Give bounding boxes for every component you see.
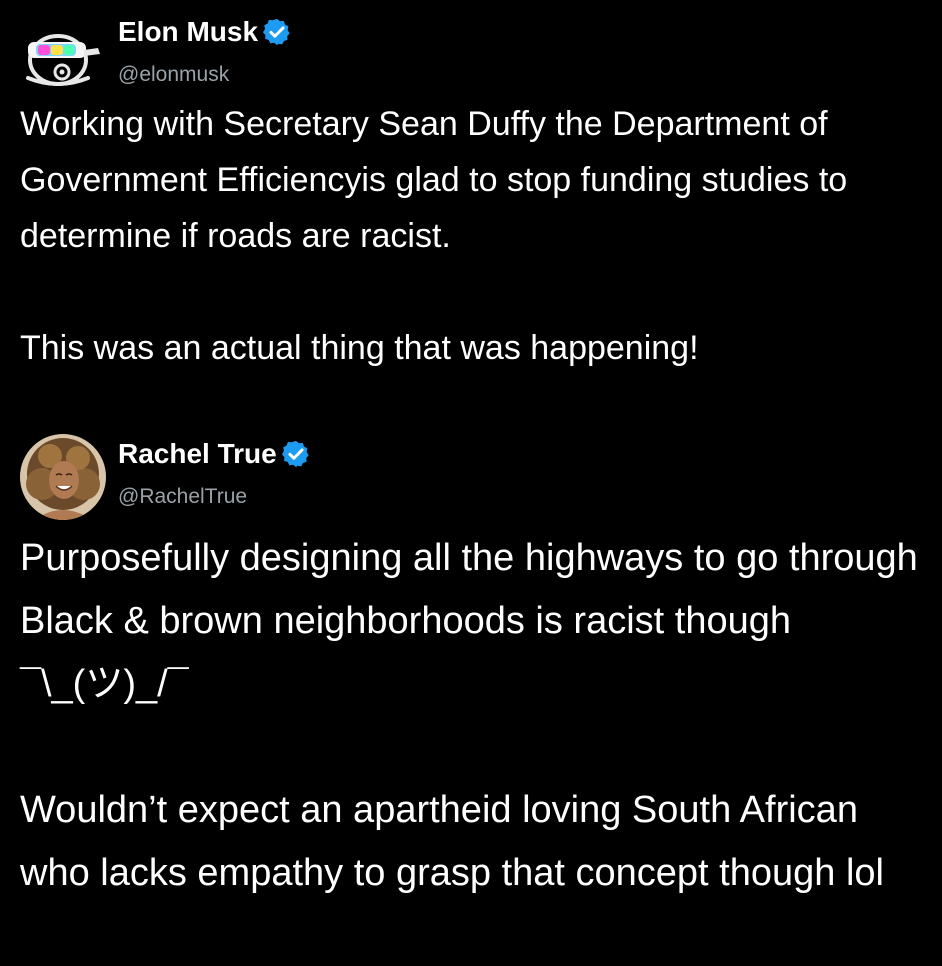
goggles-cartoon-avatar-icon <box>26 34 100 86</box>
display-name[interactable]: Elon Musk <box>118 15 258 49</box>
verified-badge-icon <box>262 17 292 47</box>
profile-photo-avatar-icon <box>20 434 106 520</box>
user-handle[interactable]: @elonmusk <box>118 62 229 88</box>
author-row: Elon Musk <box>118 15 292 49</box>
post-text: Working with Secretary Sean Duffy the De… <box>20 105 848 367</box>
post-text: Purposefully designing all the highways … <box>20 537 918 894</box>
user-handle[interactable]: @RachelTrue <box>118 484 247 510</box>
author-row: Rachel True <box>118 437 311 471</box>
verified-badge-icon <box>281 439 311 469</box>
avatar-racheltrue[interactable] <box>20 434 106 520</box>
avatar-elonmusk[interactable] <box>18 20 104 92</box>
display-name[interactable]: Rachel True <box>118 437 277 471</box>
